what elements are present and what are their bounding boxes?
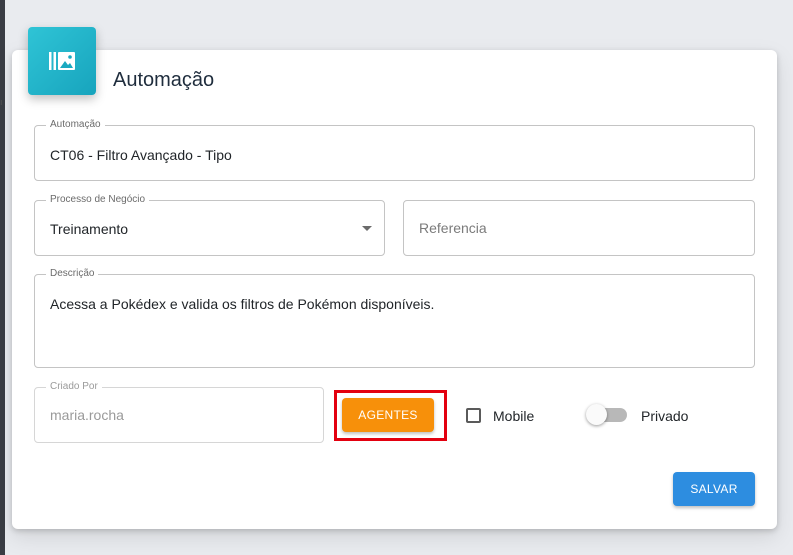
automation-name-field[interactable]: Automação CT06 - Filtro Avançado - Tipo xyxy=(34,119,755,181)
business-process-select[interactable]: Processo de Negócio Treinamento xyxy=(34,194,385,256)
private-toggle-thumb[interactable] xyxy=(586,404,607,425)
description-value: Acessa a Pokédex e valida os filtros de … xyxy=(50,296,435,312)
business-process-value: Treinamento xyxy=(50,221,129,237)
created-by-value: maria.rocha xyxy=(50,407,124,423)
created-by-label: Criado Por xyxy=(46,381,102,393)
backdrop-fragment: ı xyxy=(0,97,3,107)
save-button[interactable]: SALVAR xyxy=(673,472,755,506)
agents-button[interactable]: AGENTES xyxy=(342,398,434,432)
automation-name-label: Automação xyxy=(46,119,105,131)
library-images-icon xyxy=(28,27,96,95)
mobile-checkbox[interactable] xyxy=(466,408,481,423)
description-label: Descrição xyxy=(46,268,99,280)
dialog-title: Automação xyxy=(113,69,215,91)
private-label: Privado xyxy=(641,408,689,424)
backdrop-edge xyxy=(0,0,5,555)
created-by-field: Criado Por maria.rocha xyxy=(34,381,324,443)
mobile-label: Mobile xyxy=(493,408,535,424)
chevron-down-icon[interactable] xyxy=(362,226,372,231)
reference-placeholder: Referencia xyxy=(419,220,487,236)
automation-name-value: CT06 - Filtro Avançado - Tipo xyxy=(50,147,232,163)
reference-input[interactable]: Referencia xyxy=(403,200,755,256)
business-process-label: Processo de Negócio xyxy=(46,194,150,206)
description-textarea[interactable]: Descrição Acessa a Pokédex e valida os f… xyxy=(34,268,755,368)
